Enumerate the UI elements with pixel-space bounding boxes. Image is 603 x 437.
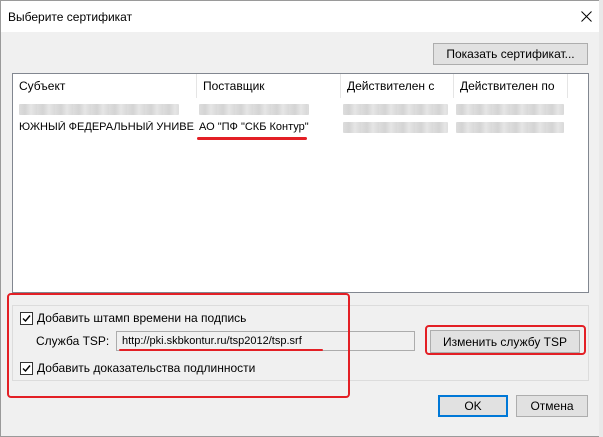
- checkmark-icon: [22, 364, 31, 372]
- cancel-label: Отмена: [530, 399, 574, 413]
- ok-button[interactable]: OK: [438, 395, 508, 417]
- timestamp-checkbox-row[interactable]: Добавить штамп времени на подпись: [20, 311, 246, 325]
- blurred-subject: [19, 104, 179, 115]
- evidence-checkbox[interactable]: [20, 361, 33, 375]
- change-tsp-button[interactable]: Изменить службу TSP: [430, 330, 580, 353]
- blurred-valid-from: [343, 104, 448, 115]
- column-header-issuer[interactable]: Поставщик: [197, 74, 341, 98]
- certificate-list[interactable]: Субъект Поставщик Действителен с Действи…: [12, 73, 589, 293]
- show-certificate-label: Показать сертификат...: [446, 47, 575, 61]
- dialog-title: Выберите сертификат: [8, 10, 133, 24]
- blurred-valid-from-2: [343, 122, 448, 133]
- table-row[interactable]: ЮЖНЫЙ ФЕДЕРАЛЬНЫЙ УНИВЕ... АО "ПФ "СКБ К…: [13, 118, 588, 136]
- cancel-button[interactable]: Отмена: [516, 395, 588, 417]
- change-tsp-label: Изменить службу TSP: [442, 334, 568, 349]
- blurred-valid-to-2: [456, 122, 564, 133]
- row-issuer: АО "ПФ "СКБ Контур": [199, 121, 309, 133]
- evidence-checkbox-row[interactable]: Добавить доказательства подлинности: [20, 361, 255, 375]
- title-bar: Выберите сертификат: [1, 1, 602, 32]
- certificate-dialog: Выберите сертификат Показать сертификат.…: [0, 0, 603, 437]
- tsp-label: Служба TSP:: [36, 334, 110, 348]
- column-header-valid-to[interactable]: Действителен по: [454, 74, 568, 98]
- column-header-subject[interactable]: Субъект: [13, 74, 197, 98]
- column-header-valid-from[interactable]: Действителен с: [341, 74, 454, 98]
- blurred-valid-to: [456, 104, 564, 115]
- blurred-issuer: [199, 104, 309, 115]
- ok-label: OK: [464, 399, 482, 413]
- evidence-label: Добавить доказательства подлинности: [37, 361, 256, 375]
- timestamp-label: Добавить штамп времени на подпись: [37, 311, 247, 325]
- close-icon: [580, 11, 592, 22]
- row-subject: ЮЖНЫЙ ФЕДЕРАЛЬНЫЙ УНИВЕ...: [19, 121, 195, 133]
- timestamp-checkbox[interactable]: [20, 311, 33, 325]
- table-row-blurred[interactable]: [13, 102, 588, 118]
- tsp-url-field[interactable]: http://pki.skbkontur.ru/tsp2012/tsp.srf: [116, 331, 415, 351]
- close-button[interactable]: [570, 1, 602, 32]
- show-certificate-button[interactable]: Показать сертификат...: [433, 43, 588, 65]
- checkmark-icon: [22, 314, 31, 322]
- background-window-edge: [599, 0, 603, 437]
